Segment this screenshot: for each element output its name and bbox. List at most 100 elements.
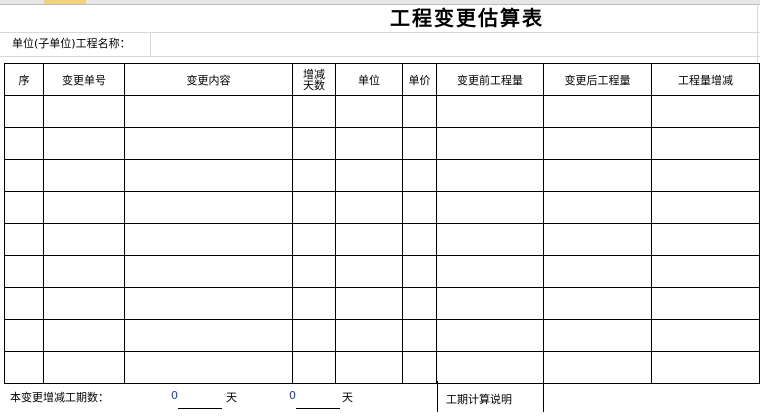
table-cell[interactable] [292, 127, 336, 160]
table-cell[interactable] [43, 223, 125, 256]
table-cell[interactable] [436, 319, 544, 352]
table-cell[interactable] [402, 287, 437, 320]
table-cell[interactable] [4, 191, 44, 224]
table-cell[interactable] [4, 223, 44, 256]
table-cell[interactable] [43, 127, 125, 160]
table-cell[interactable] [436, 287, 544, 320]
table-cell[interactable] [335, 223, 403, 256]
table-cell[interactable] [292, 191, 336, 224]
table-cell[interactable] [543, 351, 652, 384]
cell-border [543, 381, 544, 412]
table-cell[interactable] [543, 255, 652, 288]
header-days: 增减 天数 [292, 63, 336, 96]
cell-border [437, 381, 438, 412]
estimate-table: 序 变更单号 变更内容 增减 天数 单位 单价 变更前工程量 变更后工程量 工程… [4, 63, 760, 384]
table-cell[interactable] [402, 127, 437, 160]
table-cell[interactable] [436, 351, 544, 384]
table-row [4, 319, 760, 352]
table-cell[interactable] [436, 191, 544, 224]
table-cell[interactable] [543, 319, 652, 352]
table-cell[interactable] [436, 159, 544, 192]
table-cell[interactable] [543, 191, 652, 224]
period-change-label: 本变更增减工期数： [10, 391, 109, 404]
period-value-2[interactable]: 0 [282, 389, 296, 402]
table-cell[interactable] [4, 319, 44, 352]
table-cell[interactable] [651, 287, 760, 320]
table-cell[interactable] [292, 351, 336, 384]
table-cell[interactable] [402, 159, 437, 192]
table-cell[interactable] [4, 255, 44, 288]
table-cell[interactable] [335, 255, 403, 288]
column-header-strip [0, 0, 760, 5]
table-cell[interactable] [335, 319, 403, 352]
table-cell[interactable] [651, 319, 760, 352]
table-cell[interactable] [436, 95, 544, 128]
table-cell[interactable] [335, 351, 403, 384]
table-cell[interactable] [436, 127, 544, 160]
table-cell[interactable] [402, 223, 437, 256]
table-cell[interactable] [651, 127, 760, 160]
table-cell[interactable] [124, 351, 293, 384]
table-cell[interactable] [335, 159, 403, 192]
table-cell[interactable] [402, 351, 437, 384]
table-cell[interactable] [402, 95, 437, 128]
table-cell[interactable] [124, 127, 293, 160]
table-cell[interactable] [292, 287, 336, 320]
table-cell[interactable] [292, 223, 336, 256]
table-cell[interactable] [4, 159, 44, 192]
table-cell[interactable] [124, 319, 293, 352]
table-cell[interactable] [402, 319, 437, 352]
table-cell[interactable] [4, 287, 44, 320]
table-cell[interactable] [436, 223, 544, 256]
gridline [0, 32, 760, 33]
table-cell[interactable] [124, 287, 293, 320]
table-cell[interactable] [651, 255, 760, 288]
table-cell[interactable] [651, 159, 760, 192]
table-cell[interactable] [651, 351, 760, 384]
table-cell[interactable] [292, 255, 336, 288]
table-cell[interactable] [43, 159, 125, 192]
table-cell[interactable] [43, 287, 125, 320]
table-cell[interactable] [4, 127, 44, 160]
table-cell[interactable] [124, 255, 293, 288]
table-cell[interactable] [402, 255, 437, 288]
table-cell[interactable] [124, 95, 293, 128]
table-cell[interactable] [543, 223, 652, 256]
table-row [4, 95, 760, 128]
table-cell[interactable] [43, 255, 125, 288]
table-cell[interactable] [402, 191, 437, 224]
table-cell[interactable] [543, 95, 652, 128]
table-cell[interactable] [651, 95, 760, 128]
footer-row: 本变更增减工期数： 0 天 0 天 工期计算说明 [4, 381, 760, 412]
header-unit-price: 单价 [402, 63, 437, 96]
table-cell[interactable] [436, 255, 544, 288]
table-cell[interactable] [43, 191, 125, 224]
table-cell[interactable] [543, 287, 652, 320]
header-days-line1: 增减 [303, 67, 325, 81]
table-cell[interactable] [4, 351, 44, 384]
table-cell[interactable] [335, 191, 403, 224]
table-cell[interactable] [292, 95, 336, 128]
table-cell[interactable] [292, 159, 336, 192]
table-cell[interactable] [124, 223, 293, 256]
period-value-1[interactable]: 0 [164, 389, 178, 402]
table-cell[interactable] [124, 159, 293, 192]
table-row [4, 159, 760, 192]
table-cell[interactable] [292, 319, 336, 352]
table-cell[interactable] [651, 191, 760, 224]
table-cell[interactable] [335, 95, 403, 128]
table-cell[interactable] [651, 223, 760, 256]
table-cell[interactable] [543, 159, 652, 192]
table-row [4, 223, 760, 256]
table-cell[interactable] [335, 287, 403, 320]
table-row [4, 255, 760, 288]
table-row [4, 127, 760, 160]
table-cell[interactable] [335, 127, 403, 160]
table-cell[interactable] [43, 95, 125, 128]
selected-column-header[interactable] [44, 0, 86, 4]
table-cell[interactable] [124, 191, 293, 224]
table-cell[interactable] [43, 319, 125, 352]
table-cell[interactable] [4, 95, 44, 128]
table-cell[interactable] [43, 351, 125, 384]
table-cell[interactable] [543, 127, 652, 160]
